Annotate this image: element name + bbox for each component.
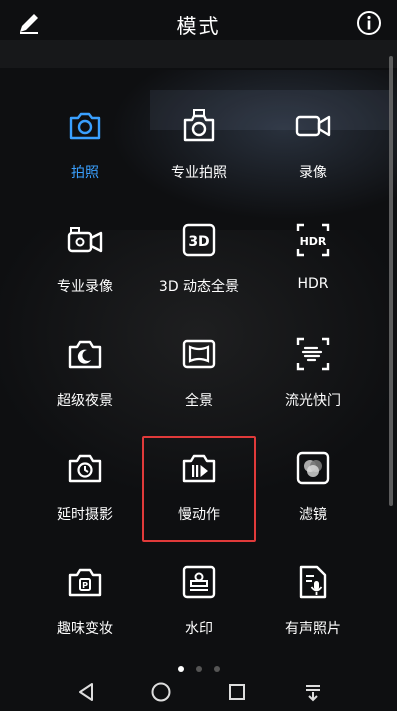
- mode-ar-lens[interactable]: P 趣味变妆: [20, 556, 150, 666]
- mode-label: 流光快门: [285, 393, 341, 409]
- mode-photo[interactable]: 拍照: [20, 100, 150, 210]
- panorama-icon: [181, 336, 217, 372]
- mode-label: 录像: [299, 165, 327, 181]
- mode-video[interactable]: 录像: [248, 100, 378, 210]
- filter-icon: [295, 450, 331, 486]
- pull-down-icon[interactable]: [299, 678, 327, 706]
- mode-watermark[interactable]: 水印: [134, 556, 264, 666]
- mode-label: 慢动作: [178, 507, 220, 523]
- pro-video-icon: [67, 222, 103, 258]
- night-icon: [67, 336, 103, 372]
- slow-motion-icon: [181, 450, 217, 486]
- mode-super-night[interactable]: 超级夜景: [20, 328, 150, 438]
- 3d-panorama-icon: 3D: [181, 222, 217, 258]
- mode-timelapse[interactable]: 延时摄影: [20, 442, 150, 552]
- recents-square-icon[interactable]: [223, 678, 251, 706]
- mode-pro-photo[interactable]: 专业拍照: [134, 100, 264, 210]
- mode-pro-video[interactable]: 专业录像: [20, 214, 150, 324]
- mode-label: 全景: [185, 393, 213, 409]
- mode-label: 有声照片: [285, 621, 341, 637]
- mode-audio-photo[interactable]: 有声照片: [248, 556, 378, 666]
- mode-label: 滤镜: [299, 507, 327, 523]
- mode-filter[interactable]: 滤镜: [248, 442, 378, 552]
- svg-text:HDR: HDR: [300, 235, 327, 248]
- timelapse-icon: [67, 450, 103, 486]
- mode-label: 拍照: [71, 165, 99, 181]
- pro-camera-icon: [181, 108, 217, 144]
- page-title: 模式: [176, 14, 221, 38]
- watermark-icon: [181, 564, 217, 600]
- mode-label: 延时摄影: [57, 507, 113, 523]
- home-circle-icon[interactable]: [147, 678, 175, 706]
- mode-light-painting[interactable]: 流光快门: [248, 328, 378, 438]
- back-triangle-icon[interactable]: [73, 678, 101, 706]
- system-nav-bar: [0, 672, 397, 711]
- video-icon: [295, 108, 331, 144]
- mode-slow-motion[interactable]: 慢动作: [134, 436, 264, 552]
- mode-label: 水印: [185, 621, 213, 637]
- mode-label: 专业拍照: [171, 165, 227, 181]
- mode-label: 趣味变妆: [57, 621, 113, 637]
- info-icon[interactable]: [356, 10, 382, 36]
- top-bar: 模式: [0, 0, 397, 46]
- mode-label: 超级夜景: [57, 393, 113, 409]
- light-painting-icon: [295, 336, 331, 372]
- ar-lens-icon: P: [67, 564, 103, 600]
- audio-note-icon: [295, 564, 331, 600]
- camera-icon: [67, 108, 103, 144]
- hdr-icon: HDR: [295, 222, 331, 258]
- mode-label: HDR: [297, 276, 329, 292]
- svg-text:3D: 3D: [188, 234, 209, 250]
- mode-label: 3D 动态全景: [158, 279, 240, 295]
- mode-label: 专业录像: [57, 279, 113, 295]
- svg-text:P: P: [82, 581, 88, 590]
- mode-panorama[interactable]: 全景: [134, 328, 264, 438]
- scrollbar[interactable]: [389, 56, 393, 506]
- mode-hdr[interactable]: HDR HDR: [248, 214, 378, 324]
- mode-3d-panorama[interactable]: 3D 3D 动态全景: [134, 214, 264, 324]
